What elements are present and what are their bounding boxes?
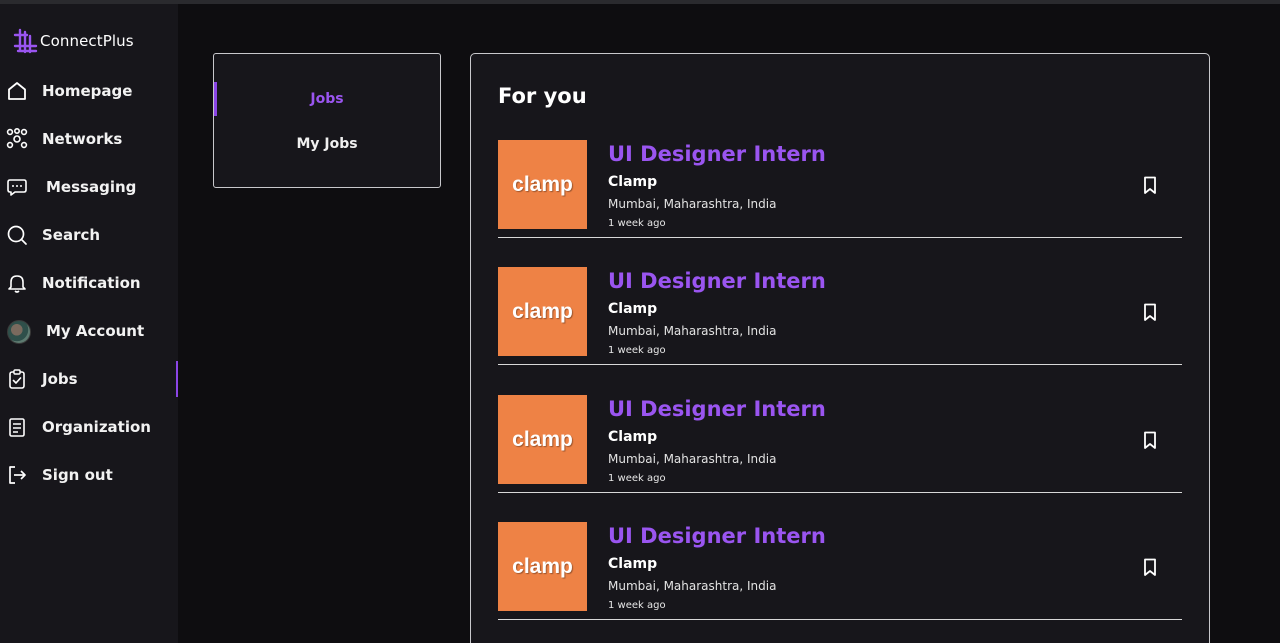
sidebar-item-label: Sign out [42, 466, 113, 484]
company-logo-text: clamp [512, 554, 573, 578]
tab-jobs[interactable]: Jobs [214, 82, 440, 116]
job-posted-time: 1 week ago [608, 600, 666, 611]
brand[interactable]: ConnectPlus [12, 28, 134, 54]
job-listing[interactable]: clamp UI Designer Intern Clamp Mumbai, M… [498, 522, 1182, 620]
job-title[interactable]: UI Designer Intern [608, 524, 826, 548]
sidebar-item-label: Homepage [42, 82, 133, 100]
company-logo: clamp [498, 140, 587, 229]
job-posted-time: 1 week ago [608, 473, 666, 484]
sidebar-item-notification[interactable]: Notification [0, 265, 178, 301]
sidebar-item-my-account[interactable]: My Account [0, 313, 178, 349]
jobs-tabs-panel: Jobs My Jobs [213, 53, 441, 188]
sidebar: ConnectPlus Homepage Networks Messaging [0, 4, 178, 643]
chat-icon [7, 179, 27, 196]
sidebar-item-organization[interactable]: Organization [0, 409, 178, 445]
section-title: For you [498, 84, 587, 108]
job-company: Clamp [608, 429, 658, 445]
bell-icon [8, 275, 26, 293]
document-list-icon [9, 418, 25, 437]
sidebar-item-networks[interactable]: Networks [0, 121, 178, 157]
home-icon [8, 82, 26, 100]
sidebar-item-label: Organization [42, 418, 151, 436]
company-logo: clamp [498, 395, 587, 484]
job-posted-time: 1 week ago [608, 345, 666, 356]
job-company: Clamp [608, 174, 658, 190]
clipboard-check-icon [9, 369, 25, 389]
bookmark-icon[interactable] [1140, 175, 1160, 195]
app-name: ConnectPlus [40, 32, 134, 50]
connectplus-logo-icon [13, 28, 38, 54]
job-posted-time: 1 week ago [608, 218, 666, 229]
job-location: Mumbai, Maharashtra, India [608, 324, 777, 338]
sidebar-item-label: Notification [42, 274, 141, 292]
sign-out-icon [9, 466, 26, 484]
job-company: Clamp [608, 556, 658, 572]
job-location: Mumbai, Maharashtra, India [608, 579, 777, 593]
company-logo-text: clamp [512, 427, 573, 451]
sidebar-item-search[interactable]: Search [0, 217, 178, 253]
company-logo-text: clamp [512, 172, 573, 196]
window-top-bar [0, 0, 1280, 4]
sidebar-item-sign-out[interactable]: Sign out [0, 457, 178, 493]
sidebar-item-label: Jobs [42, 370, 78, 388]
company-logo: clamp [498, 522, 587, 611]
job-title[interactable]: UI Designer Intern [608, 142, 826, 166]
sidebar-item-messaging[interactable]: Messaging [0, 169, 178, 205]
for-you-card: For you clamp UI Designer Intern Clamp M… [470, 53, 1210, 643]
search-icon [7, 225, 27, 245]
sidebar-item-label: Search [42, 226, 101, 244]
job-title[interactable]: UI Designer Intern [608, 269, 826, 293]
bookmark-icon[interactable] [1140, 557, 1160, 577]
tab-my-jobs[interactable]: My Jobs [214, 127, 440, 161]
bookmark-icon[interactable] [1140, 302, 1160, 322]
avatar [7, 320, 31, 344]
job-listing[interactable]: clamp UI Designer Intern Clamp Mumbai, M… [498, 140, 1182, 238]
sidebar-item-label: My Account [46, 322, 145, 340]
sidebar-item-label: Networks [42, 130, 123, 148]
job-location: Mumbai, Maharashtra, India [608, 197, 777, 211]
bookmark-icon[interactable] [1140, 430, 1160, 450]
network-icon [6, 128, 28, 149]
job-company: Clamp [608, 301, 658, 317]
company-logo-text: clamp [512, 299, 573, 323]
sidebar-item-jobs[interactable]: Jobs [0, 361, 178, 397]
sidebar-item-label: Messaging [46, 178, 137, 196]
job-listing[interactable]: clamp UI Designer Intern Clamp Mumbai, M… [498, 267, 1182, 365]
job-listing[interactable]: clamp UI Designer Intern Clamp Mumbai, M… [498, 395, 1182, 493]
job-title[interactable]: UI Designer Intern [608, 397, 826, 421]
job-location: Mumbai, Maharashtra, India [608, 452, 777, 466]
sidebar-item-homepage[interactable]: Homepage [0, 73, 178, 109]
company-logo: clamp [498, 267, 587, 356]
